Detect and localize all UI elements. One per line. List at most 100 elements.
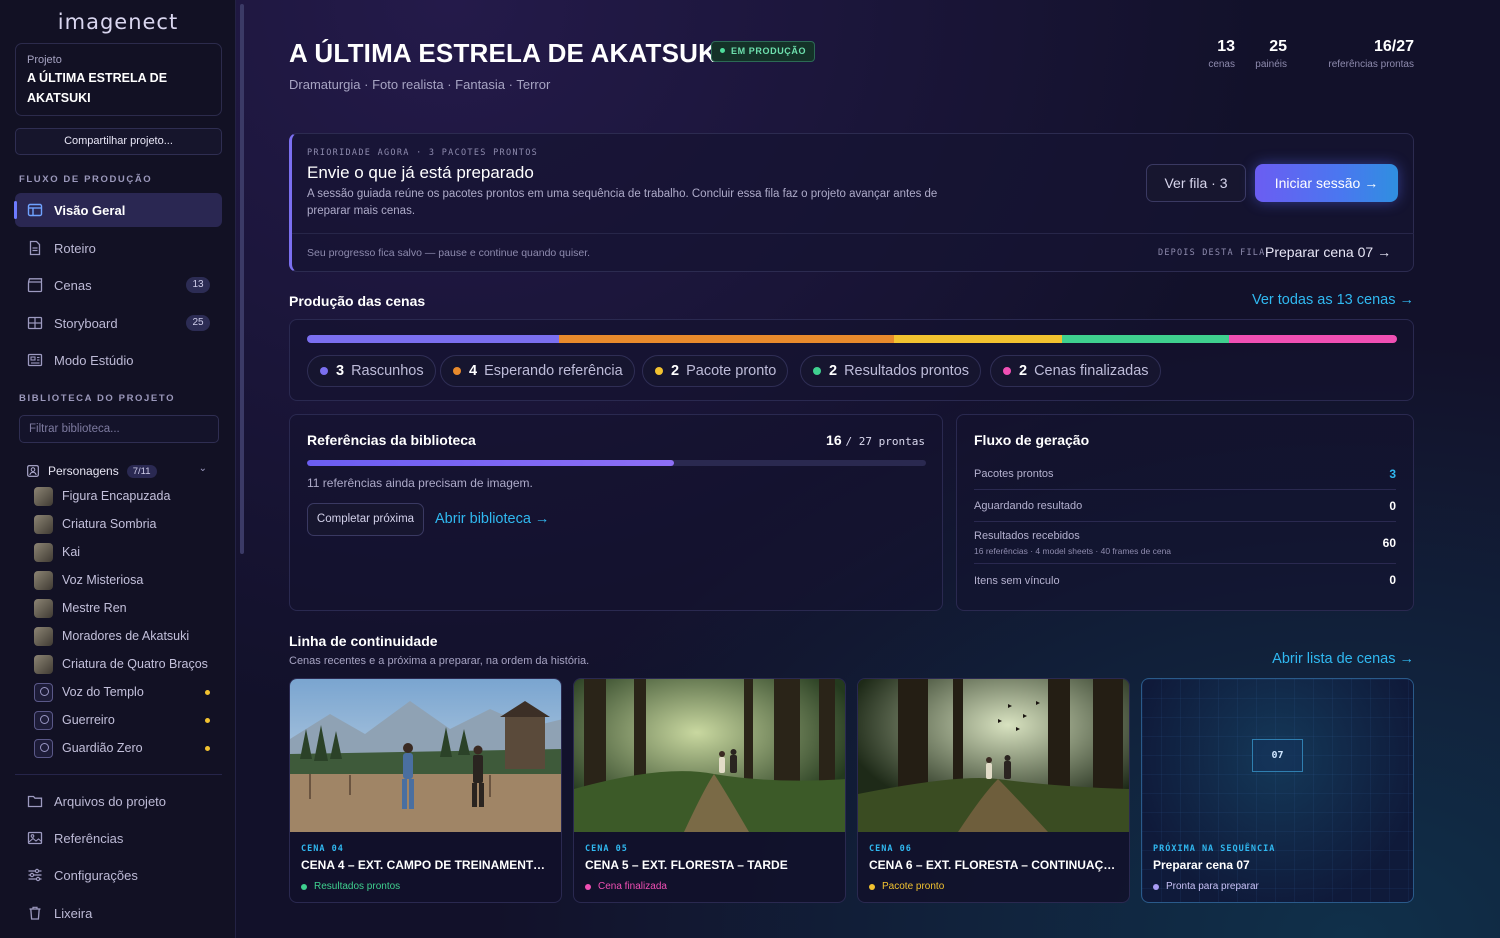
chip-label: Resultados prontos <box>844 363 970 379</box>
count-badge: 25 <box>186 315 210 331</box>
flow-label: Aguardando resultado <box>974 500 1083 512</box>
progress-segment <box>893 335 1062 343</box>
scene-label: CENA 05 <box>585 844 628 854</box>
nav-item-arquivos[interactable]: Arquivos do projeto <box>15 784 222 818</box>
chevron-down-icon[interactable]: ⌄ <box>199 463 207 474</box>
project-label: Projeto <box>27 54 62 66</box>
nav-label: Lixeira <box>54 905 93 921</box>
character-item[interactable]: Figura Encapuzada <box>34 485 216 507</box>
view-all-scenes-link[interactable]: Ver todas as 13 cenas → <box>1252 292 1414 308</box>
character-item[interactable]: Guardião Zero <box>34 737 216 759</box>
references-ready: 16 <box>826 432 842 448</box>
status-label: Resultados prontos <box>314 881 401 892</box>
storyboard-icon <box>27 316 43 330</box>
continuity-title: Linha de continuidade <box>289 633 438 649</box>
character-item[interactable]: Criatura de Quatro Braços <box>34 653 216 675</box>
scene-title: CENA 6 – EXT. FLORESTA – CONTINUAÇÃO <box>869 858 1121 872</box>
character-item[interactable]: Voz Misteriosa <box>34 569 216 591</box>
status-dot <box>453 367 461 375</box>
flow-value: 0 <box>1389 498 1396 513</box>
nav-item-cenas[interactable]: Cenas 13 <box>15 268 222 302</box>
nav-item-roteiro[interactable]: Roteiro <box>15 231 222 265</box>
open-scene-list-link[interactable]: Abrir lista de cenas → <box>1272 651 1414 667</box>
stat-label: cenas <box>1208 59 1235 70</box>
nav-item-configuracoes[interactable]: Configurações <box>15 858 222 892</box>
after-queue-label: DEPOIS DESTA FILA <box>1158 248 1266 258</box>
character-name: Figura Encapuzada <box>62 489 171 503</box>
brand-logo[interactable]: imagenect <box>0 10 236 34</box>
stat-value: 16/27 <box>1373 38 1414 55</box>
character-item[interactable]: Kai <box>34 541 216 563</box>
nav-item-storyboard[interactable]: Storyboard 25 <box>15 306 222 340</box>
character-avatar <box>34 626 53 646</box>
panel-title: Referências da biblioteca <box>307 432 476 448</box>
status-chip[interactable]: 4 Esperando referência <box>440 355 635 387</box>
stat-label: referências prontas <box>1328 59 1414 70</box>
character-name: Criatura Sombria <box>62 517 157 531</box>
start-session-button[interactable]: Iniciar sessão → <box>1255 164 1398 202</box>
priority-eyebrow: PRIORIDADE AGORA · 3 PACOTES PRONTOS <box>307 148 539 158</box>
library-filter-input[interactable] <box>19 415 219 443</box>
character-item[interactable]: Moradores de Akatsuki <box>34 625 216 647</box>
chip-count: 2 <box>1019 363 1028 379</box>
status-dot <box>720 48 725 53</box>
nav-item-lixeira[interactable]: Lixeira <box>15 896 222 930</box>
share-project-button[interactable]: Compartilhar projeto... <box>15 128 222 155</box>
character-item[interactable]: Guerreiro <box>34 709 216 731</box>
sidebar: imagenect Projeto A ÚLTIMA ESTRELA DE AK… <box>0 0 236 938</box>
character-item[interactable]: Voz do Templo <box>34 681 216 703</box>
character-avatar <box>34 654 53 674</box>
stat-cenas: 13 cenas <box>1208 38 1235 70</box>
view-queue-button[interactable]: Ver fila · 3 <box>1146 164 1246 202</box>
prepare-next-scene-link[interactable]: Preparar cena 07 → <box>1265 244 1391 260</box>
character-name: Voz Misteriosa <box>62 573 144 587</box>
nav-label: Modo Estúdio <box>54 352 134 368</box>
sidebar-scrollbar[interactable] <box>240 4 244 554</box>
chip-count: 3 <box>336 363 345 379</box>
status-chip[interactable]: 2 Pacote pronto <box>642 355 789 387</box>
nav-item-visao-geral[interactable]: Visão Geral <box>14 193 222 227</box>
character-name: Voz do Templo <box>62 685 144 699</box>
folder-icon <box>27 795 43 808</box>
next-scene-label: PRÓXIMA NA SEQUÊNCIA <box>1153 844 1276 854</box>
status-chip[interactable]: 3 Rascunhos <box>307 355 436 387</box>
nav-item-modo-estudio[interactable]: Modo Estúdio <box>15 343 222 377</box>
scene-card-06[interactable]: CENA 06 CENA 6 – EXT. FLORESTA – CONTINU… <box>857 678 1130 903</box>
nav-item-referencias[interactable]: Referências <box>15 821 222 855</box>
status-dot <box>813 367 821 375</box>
genre-list: Dramaturgia · Foto realista · Fantasia ·… <box>289 77 551 92</box>
scene-card-05[interactable]: CENA 05 CENA 5 – EXT. FLORESTA – TARDE C… <box>573 678 846 903</box>
next-scene-number: 07 <box>1252 739 1303 772</box>
character-item[interactable]: Mestre Ren <box>34 597 216 619</box>
status-dot <box>1153 883 1159 890</box>
status-dot <box>320 367 328 375</box>
flow-row-resultados: Resultados recebidos 16 referências · 4 … <box>974 522 1396 564</box>
next-scene-card[interactable]: 07 PRÓXIMA NA SEQUÊNCIA Preparar cena 07… <box>1141 678 1414 903</box>
status-chip[interactable]: 2 Cenas finalizadas <box>990 355 1161 387</box>
complete-next-button[interactable]: Completar próxima <box>307 503 424 536</box>
chip-label: Pacote pronto <box>686 363 777 379</box>
main-content: A ÚLTIMA ESTRELA DE AKATSUKI EM PRODUÇÃO… <box>289 0 1414 938</box>
stat-value: 25 <box>1269 38 1287 55</box>
references-total: / 27 prontas <box>845 435 925 448</box>
character-item[interactable]: Criatura Sombria <box>34 513 216 535</box>
scene-thumbnail <box>574 679 845 832</box>
divider <box>292 233 1414 234</box>
studio-icon <box>27 353 43 367</box>
project-card[interactable]: Projeto A ÚLTIMA ESTRELA DE AKATSUKI <box>15 43 222 116</box>
stat-value: 13 <box>1217 38 1235 55</box>
open-library-link[interactable]: Abrir biblioteca → <box>435 511 549 527</box>
flow-label: Itens sem vínculo <box>974 575 1060 587</box>
scene-thumbnail <box>290 679 561 832</box>
characters-group-header[interactable]: Personagens 7/11 ⌄ <box>27 462 217 480</box>
priority-description: A sessão guiada reúne os pacotes prontos… <box>307 188 938 217</box>
production-progress-bar <box>307 335 1397 343</box>
flow-value: 60 <box>1382 535 1396 550</box>
stat-label: painéis <box>1255 59 1287 70</box>
status-chip[interactable]: 2 Resultados prontos <box>800 355 982 387</box>
flow-value: 3 <box>1389 467 1396 481</box>
project-name: A ÚLTIMA ESTRELA DE AKATSUKI <box>27 71 168 105</box>
scene-card-04[interactable]: CENA 04 CENA 4 – EXT. CAMPO DE TREINAMEN… <box>289 678 562 903</box>
character-avatar <box>34 486 53 506</box>
progress-segment <box>1229 335 1397 343</box>
